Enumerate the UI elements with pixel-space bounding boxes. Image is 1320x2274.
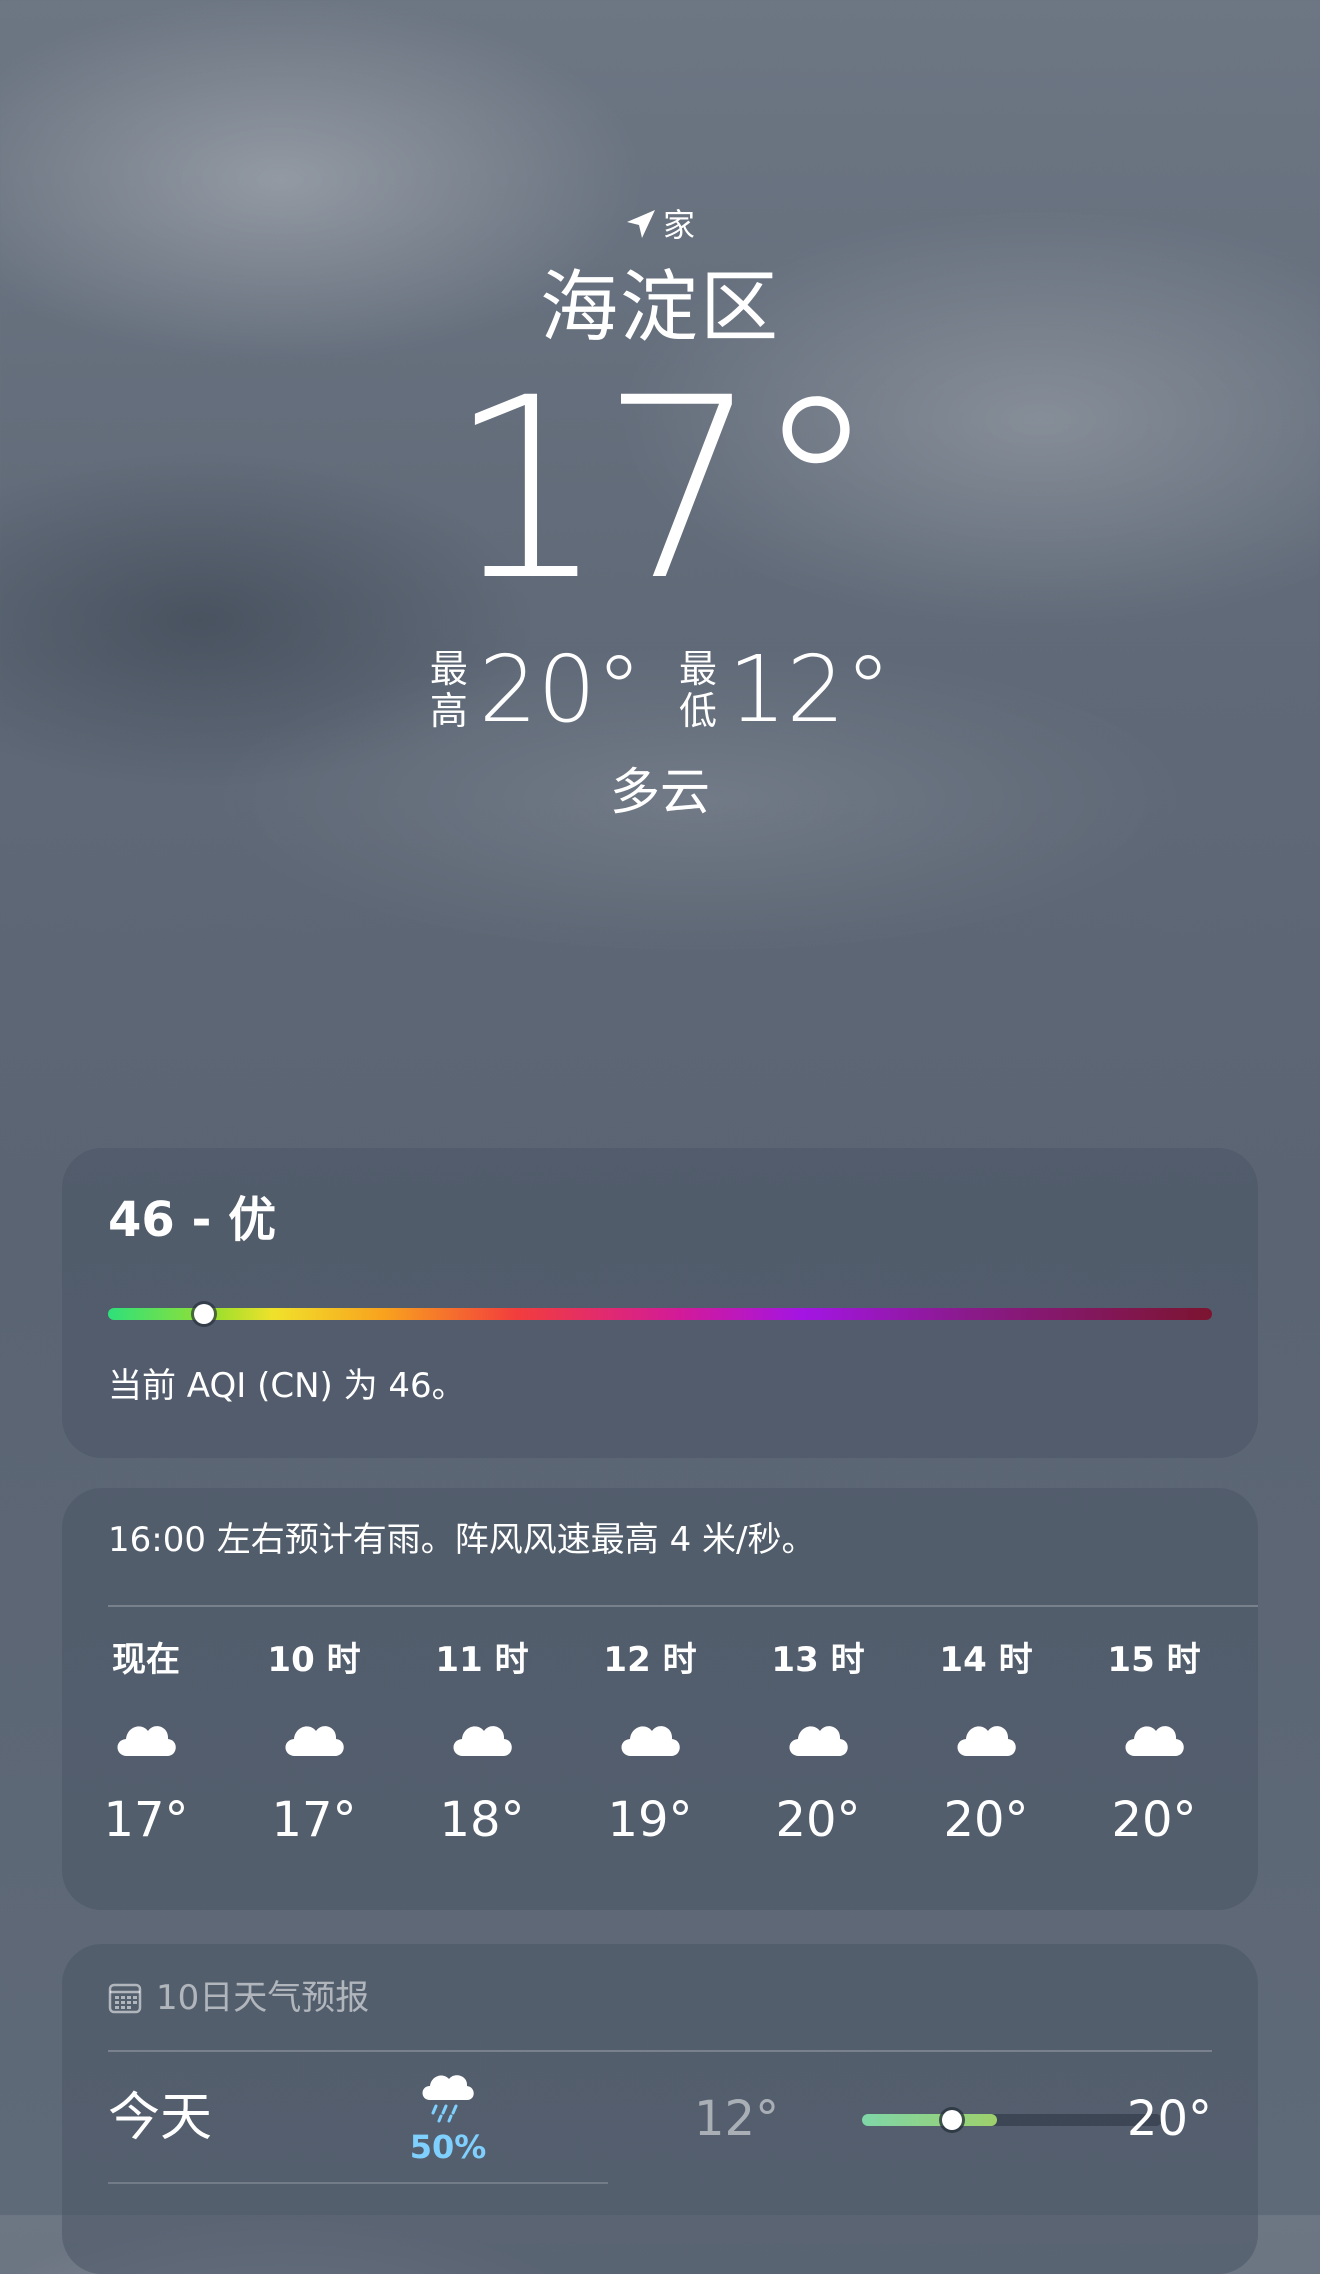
air-quality-card[interactable]: 46 - 优 当前 AQI (CN) 为 46。: [62, 1148, 1258, 1458]
location-label: 家: [662, 206, 695, 244]
aqi-description: 当前 AQI (CN) 为 46。: [108, 1366, 466, 1406]
hour-label: 14 时: [939, 1640, 1033, 1680]
aqi-scale-bar: [108, 1304, 1212, 1324]
hourly-item: 13 时 20°: [748, 1638, 888, 1850]
hourly-summary: 16:00 左右预计有雨。阵风风速最高 4 米/秒。: [108, 1520, 816, 1560]
hourly-item: 15 时 20°: [1084, 1638, 1224, 1850]
cloud-icon: [447, 1714, 517, 1760]
city-name: 海淀区: [539, 263, 780, 353]
hourly-list[interactable]: 现在 17° 10 时 17° 11 时 18° 12 时 19° 13 时 20° 14 时 20°…: [103, 1638, 1212, 1888]
hour-temperature: 20°: [775, 1792, 861, 1848]
cloud-icon: [951, 1714, 1021, 1760]
temperature-range-bar: [862, 2110, 1162, 2130]
location-row: 家: [0, 205, 1320, 245]
hour-temperature: 17°: [271, 1792, 357, 1848]
hour-label: 11 时: [435, 1640, 529, 1680]
current-temperature: 17°: [447, 344, 878, 635]
cloud-icon: [1119, 1714, 1189, 1760]
hour-temperature: 17°: [103, 1792, 189, 1848]
hourly-item: 11 时 18°: [412, 1638, 552, 1850]
low-group: 最低 12°: [678, 640, 891, 740]
high-temperature: 20°: [478, 636, 642, 743]
high-group: 最高 20°: [429, 640, 642, 740]
low-label: 最低: [678, 647, 717, 733]
hour-label: 10 时: [267, 1640, 361, 1680]
divider: [108, 2182, 608, 2184]
high-label: 最高: [429, 647, 468, 733]
cloud-icon: [783, 1714, 853, 1760]
ten-day-header: 10日天气预报: [108, 1976, 369, 2020]
aqi-marker: [194, 1304, 215, 1324]
cloud-rain-icon: [422, 2075, 474, 2123]
calendar-icon: [108, 1983, 142, 2014]
divider: [108, 1605, 1258, 1607]
hour-label: 现在: [112, 1640, 180, 1680]
hour-temperature: 19°: [607, 1792, 693, 1848]
high-low-row: 最高 20° 最低 12°: [0, 640, 1320, 740]
hour-label: 13 时: [771, 1640, 865, 1680]
forecast-low: 12°: [694, 2091, 780, 2147]
hourly-item: 现在 17°: [76, 1638, 216, 1850]
precipitation-chance: 50%: [409, 2128, 487, 2166]
hourly-item: 14 时 20°: [916, 1638, 1056, 1850]
forecast-high: 20°: [1126, 2091, 1212, 2147]
hourly-forecast-card[interactable]: 16:00 左右预计有雨。阵风风速最高 4 米/秒。 现在 17° 10 时 17° 1…: [62, 1488, 1258, 1910]
hour-label: 12 时: [603, 1640, 697, 1680]
hour-temperature: 18°: [439, 1792, 525, 1848]
hour-temperature: 20°: [1111, 1792, 1197, 1848]
forecast-day-label: 今天: [108, 2088, 213, 2148]
cloud-icon: [615, 1714, 685, 1760]
ten-day-title: 10日天气预报: [156, 1978, 370, 2018]
hourly-item: 10 时 17°: [244, 1638, 384, 1850]
cloud-icon: [279, 1714, 349, 1760]
cloud-icon: [111, 1714, 181, 1760]
current-temperature-marker: [942, 2110, 962, 2130]
temperature-range-fill: [862, 2114, 997, 2126]
forecast-row-today[interactable]: 今天 50% 12° 20°: [108, 2052, 1212, 2182]
aqi-title: 46 - 优: [108, 1192, 277, 1248]
ten-day-forecast-card[interactable]: 10日天气预报 今天 50% 12° 20°: [62, 1944, 1258, 2274]
condition-text: 多云: [610, 763, 710, 821]
location-arrow-icon: [626, 210, 655, 238]
hourly-item: 12 时 19°: [580, 1638, 720, 1850]
low-temperature: 12°: [728, 636, 892, 743]
hour-label: 15 时: [1107, 1640, 1201, 1680]
hour-temperature: 20°: [943, 1792, 1029, 1848]
